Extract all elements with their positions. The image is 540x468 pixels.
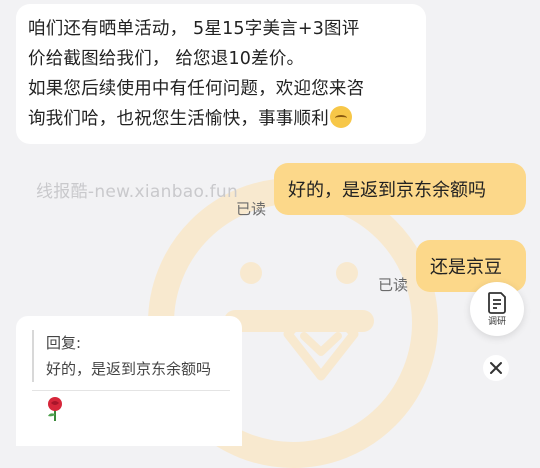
divider bbox=[32, 390, 230, 391]
close-button[interactable] bbox=[483, 355, 509, 381]
quote-block: 回复: 好的，是返到京东余额吗 bbox=[32, 330, 211, 382]
survey-doc-icon bbox=[488, 292, 506, 314]
watermark-diamond-icon bbox=[283, 312, 359, 381]
message-line-4-text: 询我们哈，也祝您生活愉快，事事顺利 bbox=[28, 109, 329, 129]
message-line-3: 如果您后续使用中有任何问题，欢迎您来咨 bbox=[28, 79, 365, 99]
message-line-4: 询我们哈，也祝您生活愉快，事事顺利 bbox=[28, 104, 414, 134]
watermark-eye-left bbox=[240, 262, 262, 284]
survey-label: 调研 bbox=[487, 317, 506, 327]
outgoing-message-bubble[interactable]: 好的，是返到京东余额吗 bbox=[274, 163, 526, 215]
incoming-message-bubble[interactable]: 咱们还有晒单活动， 5星15字美言+3图评 价给截图给我们， 给您退10差价。 … bbox=[16, 4, 426, 144]
read-receipt: 已读 bbox=[378, 276, 409, 294]
pensive-face-icon bbox=[329, 106, 352, 128]
quoted-message: 好的，是返到京东余额吗 bbox=[46, 360, 212, 378]
read-receipt: 已读 bbox=[236, 200, 267, 218]
message-line-1: 咱们还有晒单活动， 5星15字美言+3图评 bbox=[28, 19, 360, 39]
source-watermark-text: 线报酷-new.xianbao.fun bbox=[36, 182, 239, 202]
survey-button[interactable]: 调研 bbox=[470, 282, 524, 336]
rose-icon bbox=[48, 397, 62, 421]
message-line-2: 价给截图给我们， 给您退10差价。 bbox=[28, 49, 305, 69]
watermark-eye-right bbox=[336, 262, 358, 284]
close-icon bbox=[490, 362, 502, 374]
reply-quote-card[interactable]: 回复: 好的，是返到京东余额吗 bbox=[16, 316, 242, 446]
reply-label: 回复: bbox=[46, 334, 82, 352]
